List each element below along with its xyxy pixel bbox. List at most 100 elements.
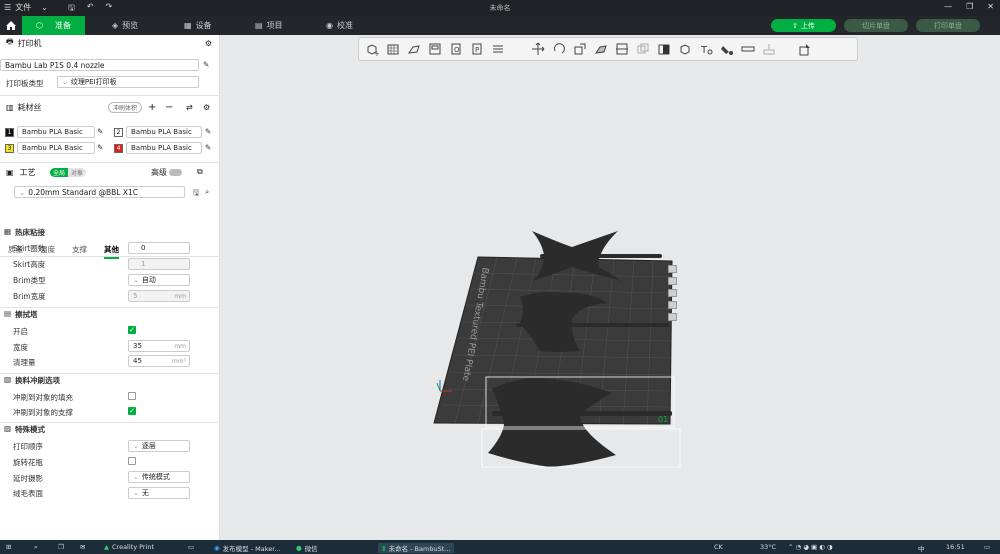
plate-arrange-icon[interactable]	[668, 289, 677, 297]
tab-label: 项目	[266, 21, 283, 30]
filament-color-swatch[interactable]: 2	[114, 128, 123, 137]
process-profile-select[interactable]: ⌄ 0.20mm Standard @BBL X1C	[14, 186, 185, 198]
tab-calibration[interactable]: ◉ 校准	[326, 16, 353, 35]
taskbar-app-wechat[interactable]: ● 微信	[296, 543, 318, 553]
spiral-vase-checkbox[interactable]	[128, 457, 136, 465]
upload-button[interactable]: ⇧ 上传	[771, 19, 836, 32]
taskbar-app-bambu[interactable]: ▮ 未命名 - BambuSt...	[378, 543, 455, 553]
skirt-height-label: Skirt高度	[13, 260, 46, 269]
print-sequence-select[interactable]: ⌄ 逐层	[128, 440, 190, 452]
remove-icon[interactable]: −	[165, 102, 173, 113]
toggle-global[interactable]: 全局	[50, 167, 69, 177]
timelapse-value: 传统模式	[141, 473, 170, 481]
slice-plate-button[interactable]: 切片单盘	[844, 19, 908, 32]
edit-icon[interactable]: ✎	[205, 127, 211, 136]
taskbar-app-browser[interactable]: ◉ 发布模型 - Maker...	[214, 543, 281, 553]
edit-icon[interactable]: ✎	[97, 143, 103, 152]
ime-indicator[interactable]: 中	[918, 543, 925, 553]
search-icon[interactable]: ⌕	[205, 187, 209, 197]
search-icon[interactable]: ⌕	[34, 543, 38, 552]
subtab-support[interactable]: 支撑	[72, 244, 87, 255]
tab-label: 准备	[54, 21, 71, 30]
special-mode-title: 特殊模式	[15, 425, 45, 434]
clock[interactable]: 16:51	[946, 543, 965, 551]
device-icon: ▦	[184, 21, 192, 30]
edit-icon[interactable]: ✎	[205, 143, 211, 152]
build-plate-scene[interactable]: Bambu Textured PEI Plate 01	[220, 35, 1000, 540]
brim-width-unit: mm	[174, 292, 186, 300]
brim-width-input[interactable]: 5 mm	[128, 290, 190, 302]
3d-viewport[interactable]: + O P T Bambu Textured PEI Plate 01	[220, 35, 1000, 540]
weather-temp[interactable]: 33°C	[760, 543, 776, 551]
bed-adhesion-title: 热床粘接	[15, 228, 45, 237]
settings-icon[interactable]: ⚙	[203, 103, 210, 112]
taskbar-app-creality[interactable]: ▲ Creality Print	[104, 543, 154, 551]
timelapse-select[interactable]: ⌄ 传统模式	[128, 471, 190, 483]
minimize-icon[interactable]: —	[944, 2, 952, 11]
tab-preview[interactable]: ◈ 预览	[112, 16, 138, 35]
tab-project[interactable]: ▤ 项目	[255, 16, 283, 35]
project-icon: ▤	[255, 21, 263, 30]
folder-icon[interactable]: ▭	[188, 543, 194, 551]
settings-icon[interactable]: ⚙	[205, 39, 212, 48]
home-button[interactable]	[0, 16, 22, 35]
notification-icon[interactable]: ▭	[984, 543, 990, 551]
cube-icon: ⬡	[36, 21, 43, 30]
filament-select[interactable]: Bambu PLA Basic	[17, 126, 95, 138]
prime-volume-unit: mm³	[171, 357, 186, 365]
app-icon[interactable]: ✉	[80, 543, 85, 551]
filament-color-swatch[interactable]: 1	[5, 128, 14, 137]
tab-label: 设备	[195, 21, 212, 30]
print-plate-button[interactable]: 打印单盘	[916, 19, 980, 32]
filament-name: Bambu PLA Basic	[131, 128, 192, 136]
prime-volume-input[interactable]: 45 mm³	[128, 355, 190, 367]
plate-lock-icon[interactable]	[668, 301, 677, 309]
start-icon[interactable]: ⊞	[6, 543, 11, 551]
advanced-label: 高级	[151, 167, 167, 177]
global-object-toggle[interactable]: 全局 对象	[50, 167, 87, 177]
advanced-toggle[interactable]	[169, 168, 182, 176]
compare-icon[interactable]: ⧉	[197, 167, 203, 177]
prime-enable-checkbox[interactable]: ✓	[128, 326, 136, 334]
task-view-icon[interactable]: ❐	[58, 543, 64, 551]
sync-icon[interactable]: ⇄	[186, 103, 193, 112]
plate-orient-icon[interactable]	[668, 277, 677, 285]
skirt-height-input[interactable]: 1	[128, 258, 190, 270]
plate-settings-icon[interactable]	[668, 313, 677, 321]
filament-select[interactable]: Bambu PLA Basic	[126, 142, 202, 154]
divider	[0, 373, 220, 374]
skirt-loops-input[interactable]: 0	[128, 242, 190, 254]
restore-icon[interactable]: ❐	[966, 2, 973, 11]
close-icon[interactable]: ✕	[987, 2, 994, 11]
brim-type-select[interactable]: ⌄ 自动	[128, 274, 190, 286]
flush-support-checkbox[interactable]: ✓	[128, 407, 136, 415]
timelapse-label: 延时摄影	[13, 474, 43, 483]
filament-select[interactable]: Bambu PLA Basic	[126, 126, 202, 138]
divider	[0, 256, 220, 257]
toggle-object[interactable]: 对象	[68, 167, 87, 177]
tray-icons[interactable]: ⌃ ◔ ◕ ▣ ◐ ◑	[788, 543, 833, 551]
edit-icon[interactable]: ✎	[203, 60, 209, 69]
edit-icon[interactable]: ✎	[97, 127, 103, 136]
printer-select[interactable]: Bambu Lab P1S 0.4 nozzle	[0, 59, 199, 71]
filament-select[interactable]: Bambu PLA Basic	[17, 142, 95, 154]
flush-options-title: 换料冲刷选项	[15, 376, 60, 385]
filament-color-swatch[interactable]: 4	[114, 144, 123, 153]
spiral-vase-label: 旋转花瓶	[13, 458, 43, 467]
plate-close-icon[interactable]	[668, 265, 677, 273]
layers-icon: ◈	[112, 21, 119, 30]
prime-width-input[interactable]: 35 mm	[128, 340, 190, 352]
save-icon[interactable]: 🖫	[193, 187, 199, 200]
flush-volume-button[interactable]: 冲刷体积	[108, 101, 143, 113]
plate-index: 01	[658, 415, 668, 424]
add-icon[interactable]: +	[148, 102, 156, 113]
plate-type-label: 打印板类型	[6, 79, 44, 88]
filament-color-swatch[interactable]: 3	[5, 144, 14, 153]
tab-device[interactable]: ▦ 设备	[184, 16, 212, 35]
filament-icon: ▥	[6, 102, 14, 112]
plate-type-select[interactable]: ⌄ 纹理PEI打印板	[57, 76, 199, 88]
tab-prepare[interactable]: ⬡ 准备	[22, 16, 85, 35]
input-lang[interactable]: CK	[714, 543, 723, 551]
flush-infill-checkbox[interactable]	[128, 392, 136, 400]
fuzzy-skin-select[interactable]: ⌄ 无	[128, 487, 190, 499]
